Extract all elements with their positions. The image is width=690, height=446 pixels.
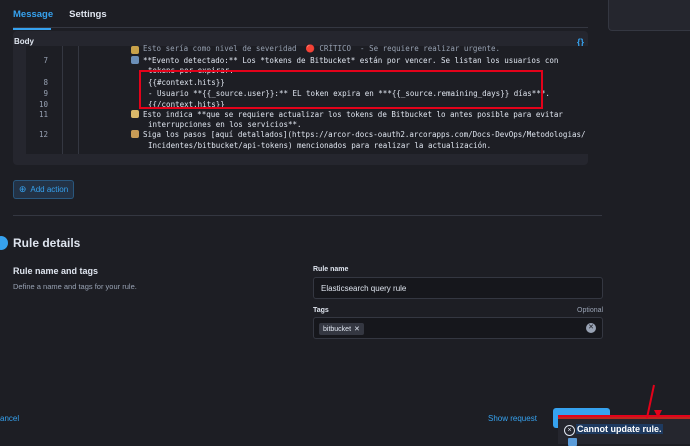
person-emoji-icon (131, 56, 139, 64)
top-right-panel (608, 0, 690, 31)
tab-settings[interactable]: Settings (69, 0, 108, 27)
rule-name-tags-title: Rule name and tags (13, 266, 99, 276)
rule-name-label: Rule name (313, 266, 349, 273)
memo-emoji-icon (131, 110, 139, 118)
show-request-button[interactable]: Show request (488, 414, 537, 423)
rule-name-value: Elasticsearch query rule (321, 284, 407, 293)
tools-emoji-icon (131, 130, 139, 138)
annotation-highlight-box (139, 70, 543, 109)
add-action-label: Add action (30, 185, 69, 194)
tags-combobox[interactable]: bitbucket ✕ ✕ (313, 317, 603, 339)
tags-label: Tags (313, 307, 329, 314)
section-divider (13, 215, 602, 216)
plus-icon: ⊕ (18, 184, 27, 194)
code-line: interrupciones en los servicios**. (148, 120, 302, 129)
message-settings-tabs: Message Settings (13, 0, 109, 30)
line-number: 9 (43, 89, 48, 98)
tab-message[interactable]: Message (13, 0, 55, 30)
tag-label: bitbucket (323, 325, 352, 333)
line-number: 7 (43, 56, 48, 65)
tag-pill: bitbucket ✕ (319, 323, 364, 335)
rule-details-title: Rule details (13, 236, 81, 250)
tag-remove-icon[interactable]: ✕ (354, 325, 360, 333)
cancel-button[interactable]: ancel (0, 414, 19, 423)
rule-name-tags-description: Define a name and tags for your rule. (13, 282, 137, 291)
add-action-button[interactable]: ⊕ Add action (13, 180, 74, 199)
emoji-icon (131, 46, 139, 54)
error-icon: × (564, 425, 575, 436)
code-line: Esto sería como nivel de severidad 🔴 CRÍ… (143, 44, 501, 53)
line-number: 10 (38, 100, 48, 109)
gutter-divider (62, 46, 63, 154)
file-icon (568, 438, 577, 446)
clear-icon[interactable]: ✕ (586, 323, 596, 333)
gutter-divider (78, 46, 79, 154)
tags-optional-hint: Optional (577, 307, 604, 314)
code-line: Incidentes/bitbucket/api-tokens) mencion… (148, 141, 492, 150)
code-line: Esto indica **que se requiere actualizar… (143, 110, 563, 119)
code-line: **Evento detectado:** Los *tokens de Bit… (143, 56, 559, 65)
line-number: 12 (38, 130, 48, 139)
line-number: 8 (43, 78, 48, 87)
line-number: 11 (38, 110, 48, 119)
rule-name-input[interactable]: Elasticsearch query rule (313, 277, 603, 299)
step-indicator (0, 236, 8, 250)
tabs-divider (13, 27, 588, 28)
toast-title: Cannot update rule. (576, 424, 663, 434)
body-label: Body (14, 37, 34, 46)
code-line: Siga los pasos [aquí detallados](https:/… (143, 130, 586, 139)
annotation-arrow-head (654, 410, 662, 418)
error-toast: × Cannot update rule. (558, 417, 690, 446)
